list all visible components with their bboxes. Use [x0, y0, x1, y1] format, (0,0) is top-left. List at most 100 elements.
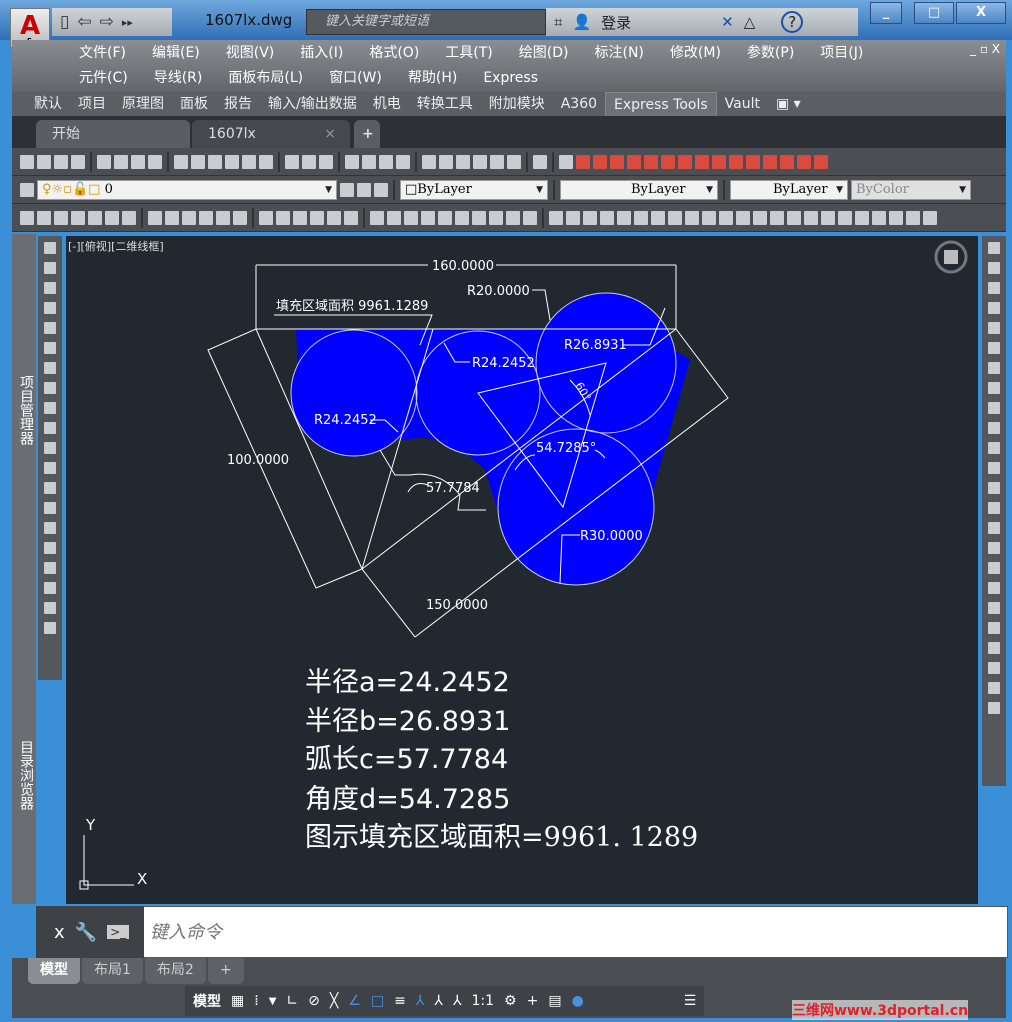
toolbar-button-icon[interactable]: [583, 210, 597, 225]
undo-arrow-icon[interactable]: ⇦: [77, 12, 91, 32]
quick-properties-icon[interactable]: ▤: [548, 993, 561, 1009]
toolbar-button-icon[interactable]: [88, 210, 102, 225]
toolbar-button-icon[interactable]: [814, 154, 828, 169]
toolbar-button-icon[interactable]: [661, 154, 675, 169]
login-button[interactable]: 登录: [601, 12, 631, 33]
toolbar-button-icon[interactable]: [988, 562, 1000, 574]
toolbar-button-icon[interactable]: [44, 442, 56, 454]
menu-item[interactable]: 导线(R): [141, 66, 216, 90]
toolbar-button-icon[interactable]: [216, 210, 230, 225]
toolbar-button-icon[interactable]: [889, 210, 903, 225]
menu-item[interactable]: 绘图(D): [506, 41, 582, 65]
toolbar-button-icon[interactable]: [610, 154, 624, 169]
toolbar-button-icon[interactable]: [988, 582, 1000, 594]
maximize-button[interactable]: □: [914, 2, 954, 24]
toolbar-button-icon[interactable]: [44, 342, 56, 354]
ribbon-tab[interactable]: A360: [553, 92, 605, 116]
toolbar-button-icon[interactable]: [988, 322, 1000, 334]
toolbar-button-icon[interactable]: [593, 154, 607, 169]
ribbon-tab[interactable]: 转换工具: [409, 92, 481, 116]
ribbon-tab[interactable]: Express Tools: [605, 92, 717, 116]
menu-item[interactable]: 工具(T): [432, 41, 505, 65]
toolbar-button-icon[interactable]: [44, 282, 56, 294]
layout-tab[interactable]: 模型: [28, 958, 80, 984]
toolbar-button-icon[interactable]: [182, 210, 196, 225]
toolbar-button-icon[interactable]: [233, 210, 247, 225]
toolbar-button-icon[interactable]: [370, 210, 384, 225]
drawing-canvas[interactable]: 160.0000 填充区域面积 9961.1289 R20.0000 R26.8…: [66, 236, 978, 904]
polar-icon[interactable]: ⊘: [308, 993, 320, 1009]
toolbar-button-icon[interactable]: [988, 522, 1000, 534]
toolbar-button-icon[interactable]: [988, 362, 1000, 374]
a360-icon[interactable]: △: [744, 13, 756, 31]
linetype-dropdown[interactable]: ByLayer: [560, 179, 718, 200]
toolbar-button-icon[interactable]: [702, 210, 716, 225]
toolbar-button-icon[interactable]: [923, 210, 937, 225]
command-prompt-icon[interactable]: >_: [107, 925, 130, 939]
toolbar-button-icon[interactable]: [276, 210, 290, 225]
toolbar-button-icon[interactable]: [455, 210, 469, 225]
layer-match-icon[interactable]: [357, 182, 371, 197]
ribbon-tab[interactable]: 报告: [216, 92, 260, 116]
toolbar-button-icon[interactable]: [44, 502, 56, 514]
isodraft-icon[interactable]: ╳: [330, 993, 338, 1009]
toolbar-button-icon[interactable]: [797, 154, 811, 169]
toolbar-button-icon[interactable]: [422, 154, 436, 169]
object-snap-tracking-icon[interactable]: ∠: [348, 993, 361, 1009]
toolbar-button-icon[interactable]: [988, 462, 1000, 474]
toolbar-button-icon[interactable]: [988, 402, 1000, 414]
toolbar-button-icon[interactable]: [208, 154, 222, 169]
toolbar-button-icon[interactable]: [54, 210, 68, 225]
toolbar-button-icon[interactable]: [199, 210, 213, 225]
dropdown-icon[interactable]: ▼: [269, 996, 277, 1007]
annotation-scale-icon[interactable]: ⅄: [453, 993, 462, 1009]
toolbar-button-icon[interactable]: [44, 302, 56, 314]
toolbar-button-icon[interactable]: [780, 154, 794, 169]
redo-arrow-icon[interactable]: ⇨: [100, 12, 114, 32]
toolbar-button-icon[interactable]: [763, 154, 777, 169]
toolbar-button-icon[interactable]: [44, 542, 56, 554]
toolbar-button-icon[interactable]: [285, 154, 299, 169]
toolbar-button-icon[interactable]: [988, 342, 1000, 354]
toolbar-button-icon[interactable]: [362, 154, 376, 169]
toolbar-button-icon[interactable]: [97, 154, 111, 169]
toolbar-button-icon[interactable]: [44, 622, 56, 634]
toolbar-button-icon[interactable]: [379, 154, 393, 169]
toolbar-button-icon[interactable]: [988, 662, 1000, 674]
toolbar-button-icon[interactable]: [988, 242, 1000, 254]
menu-item[interactable]: 参数(P): [734, 41, 807, 65]
close-button[interactable]: X: [956, 2, 1006, 24]
toolbar-button-icon[interactable]: [838, 210, 852, 225]
layer-dropdown[interactable]: ♀☼▫🔓□ 0: [37, 179, 337, 200]
ortho-icon[interactable]: ∟: [286, 993, 298, 1009]
minimize-button[interactable]: _: [870, 2, 902, 24]
menu-item[interactable]: 文件(F): [66, 41, 139, 65]
toolbar-button-icon[interactable]: [988, 382, 1000, 394]
toolbar-button-icon[interactable]: [44, 602, 56, 614]
toolbar-button-icon[interactable]: [576, 154, 590, 169]
lineweight-dropdown[interactable]: ByLayer: [730, 179, 848, 200]
toolbar-button-icon[interactable]: [37, 210, 51, 225]
ribbon-tab[interactable]: 默认: [26, 92, 70, 116]
ribbon-tab[interactable]: 面板: [172, 92, 216, 116]
toolbar-button-icon[interactable]: [302, 154, 316, 169]
toolbar-button-icon[interactable]: [906, 210, 920, 225]
toolbar-button-icon[interactable]: [20, 154, 34, 169]
ribbon-tab[interactable]: 附加模块: [481, 92, 553, 116]
project-manager-tab[interactable]: 项目管理器: [16, 375, 36, 445]
ribbon-tab[interactable]: Vault: [717, 92, 768, 116]
annotation-scale-value[interactable]: 1:1: [472, 993, 495, 1009]
close-tab-icon[interactable]: ×: [324, 120, 336, 148]
toolbar-button-icon[interactable]: [523, 210, 537, 225]
toolbar-button-icon[interactable]: [712, 154, 726, 169]
toolbar-button-icon[interactable]: [105, 210, 119, 225]
toolbar-button-icon[interactable]: [404, 210, 418, 225]
toolbar-button-icon[interactable]: [988, 682, 1000, 694]
toolbar-button-icon[interactable]: [387, 210, 401, 225]
toolbar-button-icon[interactable]: [148, 210, 162, 225]
command-input[interactable]: [150, 918, 950, 946]
toolbar-button-icon[interactable]: [489, 210, 503, 225]
customize-icon[interactable]: ☰: [684, 993, 697, 1009]
toolbar-button-icon[interactable]: [872, 210, 886, 225]
make-current-layer-icon[interactable]: [340, 182, 354, 197]
